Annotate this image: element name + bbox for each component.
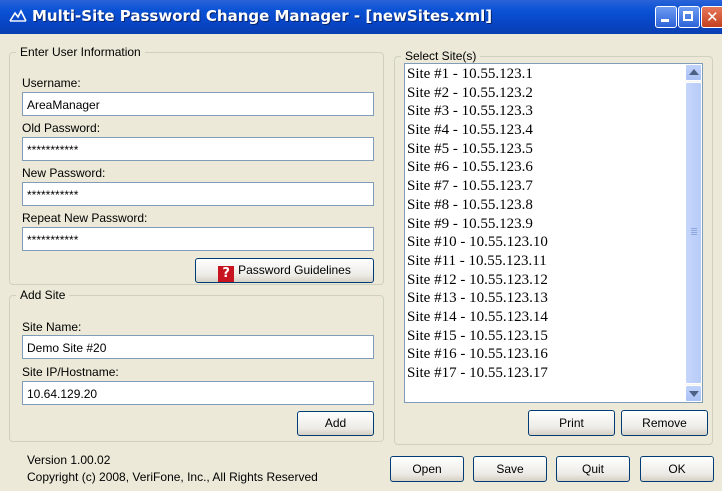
site-list-item[interactable]: Site #11 - 10.55.123.11 xyxy=(407,252,548,271)
vertical-scrollbar[interactable] xyxy=(685,64,702,402)
add-button[interactable]: Add xyxy=(297,411,374,436)
remove-button[interactable]: Remove xyxy=(621,410,708,436)
site-list-item[interactable]: Site #12 - 10.55.123.12 xyxy=(407,271,548,290)
add-site-legend: Add Site xyxy=(20,288,66,302)
grip-icon xyxy=(691,228,697,236)
ok-button[interactable]: OK xyxy=(640,456,714,482)
minimize-icon[interactable] xyxy=(655,6,677,28)
username-field[interactable]: AreaManager xyxy=(22,92,374,116)
app-logo-icon xyxy=(9,9,27,22)
site-list-item[interactable]: Site #7 - 10.55.123.7 xyxy=(407,177,548,196)
main-window: Multi-Site Password Change Manager - [ne… xyxy=(0,0,722,491)
username-label: Username: xyxy=(22,76,81,90)
site-list[interactable]: Site #1 - 10.55.123.1 Site #2 - 10.55.123… xyxy=(404,63,703,403)
site-list-item[interactable]: Site #13 - 10.55.123.13 xyxy=(407,289,548,308)
user-info-legend: Enter User Information xyxy=(20,45,141,59)
maximize-icon[interactable] xyxy=(678,6,700,28)
repeat-password-label: Repeat New Password: xyxy=(22,211,148,225)
site-name-label: Site Name: xyxy=(22,320,82,334)
copyright-text: Copyright (c) 2008, VeriFone, Inc., All … xyxy=(27,470,318,484)
site-list-item[interactable]: Site #3 - 10.55.123.3 xyxy=(407,102,548,121)
select-sites-legend: Select Site(s) xyxy=(405,49,477,63)
close-icon[interactable] xyxy=(701,6,722,28)
old-password-label: Old Password: xyxy=(22,121,101,135)
site-list-item[interactable]: Site #5 - 10.55.123.5 xyxy=(407,140,548,159)
password-guidelines-label: Password Guidelines xyxy=(238,263,351,277)
site-list-item[interactable]: Site #10 - 10.55.123.10 xyxy=(407,233,548,252)
version-text: Version 1.00.02 xyxy=(27,453,111,467)
scroll-thumb[interactable] xyxy=(685,82,702,384)
site-list-item[interactable]: Site #1 - 10.55.123.1 xyxy=(407,65,548,84)
repeat-password-field[interactable]: *********** xyxy=(22,227,374,251)
help-icon: ? xyxy=(218,266,235,282)
new-password-label: New Password: xyxy=(22,166,106,180)
site-list-item[interactable]: Site #17 - 10.55.123.17 xyxy=(407,364,548,383)
site-ip-field[interactable]: 10.64.129.20 xyxy=(22,381,374,405)
scroll-up-icon[interactable] xyxy=(685,64,702,81)
password-guidelines-button[interactable]: ? Password Guidelines xyxy=(195,258,374,283)
site-list-item[interactable]: Site #14 - 10.55.123.14 xyxy=(407,308,548,327)
site-list-item[interactable]: Site #4 - 10.55.123.4 xyxy=(407,121,548,140)
quit-button[interactable]: Quit xyxy=(556,456,630,482)
print-button[interactable]: Print xyxy=(528,410,615,436)
site-list-item[interactable]: Site #2 - 10.55.123.2 xyxy=(407,84,548,103)
site-ip-label: Site IP/Hostname: xyxy=(22,365,119,379)
title-bar[interactable]: Multi-Site Password Change Manager - [ne… xyxy=(0,0,722,34)
open-button[interactable]: Open xyxy=(390,456,464,482)
site-list-item[interactable]: Site #15 - 10.55.123.15 xyxy=(407,327,548,346)
site-list-item[interactable]: Site #9 - 10.55.123.9 xyxy=(407,215,548,234)
old-password-field[interactable]: *********** xyxy=(22,137,374,161)
site-list-item[interactable]: Site #8 - 10.55.123.8 xyxy=(407,196,548,215)
window-title: Multi-Site Password Change Manager - [ne… xyxy=(32,7,493,25)
site-list-item[interactable]: Site #16 - 10.55.123.16 xyxy=(407,345,548,364)
site-list-items: Site #1 - 10.55.123.1 Site #2 - 10.55.123… xyxy=(407,65,548,383)
site-name-field[interactable]: Demo Site #20 xyxy=(22,335,374,359)
new-password-field[interactable]: *********** xyxy=(22,182,374,206)
save-button[interactable]: Save xyxy=(473,456,547,482)
scroll-down-icon[interactable] xyxy=(685,385,702,402)
site-list-item[interactable]: Site #6 - 10.55.123.6 xyxy=(407,158,548,177)
